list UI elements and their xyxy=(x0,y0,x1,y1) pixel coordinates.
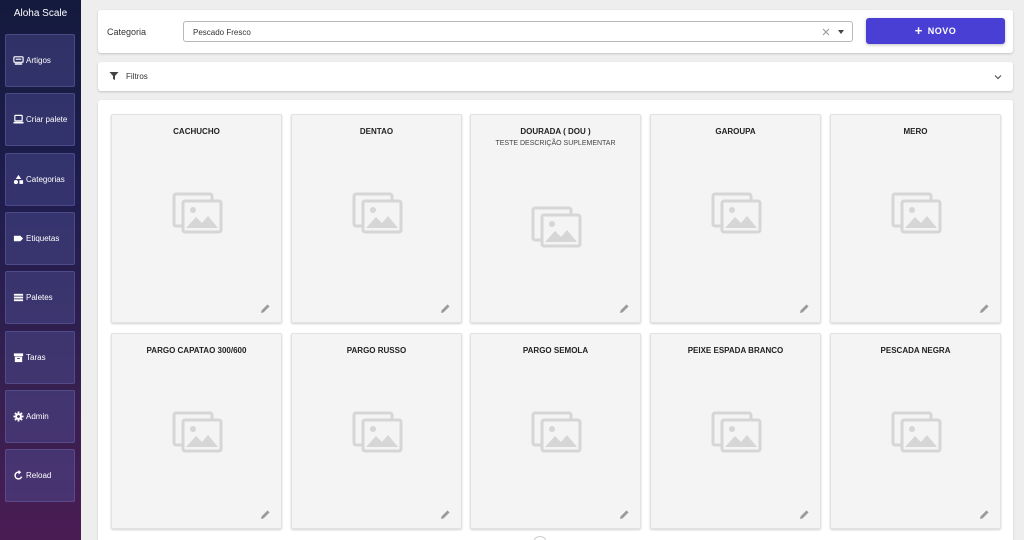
sidebar-item-label: Paletes xyxy=(26,293,53,302)
product-card[interactable]: CACHUCHO xyxy=(111,114,282,323)
pencil-icon[interactable] xyxy=(260,301,271,313)
sidebar-item-label: Admin xyxy=(26,412,49,421)
pencil-icon[interactable] xyxy=(799,507,810,519)
pencil-icon[interactable] xyxy=(260,507,271,519)
sidebar-item-paletes[interactable]: Paletes xyxy=(5,271,75,324)
image-placeholder-icon xyxy=(172,189,224,235)
product-card[interactable]: DOURADA ( DOU ) TESTE DESCRIÇÃO SUPLEMENT… xyxy=(470,114,641,323)
sidebar-item-label: Categorias xyxy=(26,175,65,184)
product-name: MERO xyxy=(903,127,928,136)
sidebar-item-categorias[interactable]: Categorias xyxy=(5,153,75,206)
clear-icon[interactable] xyxy=(820,26,832,38)
image-placeholder-icon xyxy=(891,189,943,235)
image-placeholder-icon xyxy=(711,189,763,235)
product-name: PARGO RUSSO xyxy=(346,346,407,355)
chevron-down-icon[interactable] xyxy=(838,30,844,34)
sidebar-item-label: Artigos xyxy=(26,56,51,65)
app-title: Aloha Scale xyxy=(13,8,68,19)
pencil-icon[interactable] xyxy=(619,507,630,519)
pencil-icon[interactable] xyxy=(440,507,451,519)
sidebar-item-criar-palete[interactable]: Criar palete xyxy=(5,93,75,146)
sidebar-item-label: Taras xyxy=(26,353,46,362)
sidebar-item-label: Criar palete xyxy=(26,115,68,124)
product-card[interactable]: PEIXE ESPADA BRANCO xyxy=(650,333,821,529)
product-card[interactable]: PARGO RUSSO xyxy=(291,333,462,529)
image-placeholder-icon xyxy=(891,408,943,454)
scale-icon xyxy=(12,55,24,67)
product-name: DOURADA ( DOU ) xyxy=(520,127,591,136)
filters-panel[interactable]: Filtros xyxy=(98,62,1013,91)
product-name: DENTAO xyxy=(359,127,394,136)
product-card[interactable]: PARGO CAPATAO 300/600 xyxy=(111,333,282,529)
tag-icon xyxy=(12,233,24,245)
new-button-label: NOVO xyxy=(927,26,957,36)
pencil-icon[interactable] xyxy=(619,301,630,313)
pencil-icon[interactable] xyxy=(979,507,990,519)
product-card[interactable]: DENTAO xyxy=(291,114,462,323)
product-name: PARGO CAPATAO 300/600 xyxy=(146,346,247,355)
chevron-down-icon[interactable] xyxy=(993,72,1003,82)
product-name: PESCADA NEGRA xyxy=(880,346,951,355)
image-placeholder-icon xyxy=(352,408,404,454)
product-description: TESTE DESCRIÇÃO SUPLEMENTAR xyxy=(495,140,616,147)
category-select[interactable]: Pescado Fresco xyxy=(183,21,853,42)
category-selected-value: Pescado Fresco xyxy=(193,28,251,37)
new-button[interactable]: + NOVO xyxy=(866,18,1005,44)
computer-icon xyxy=(12,114,24,126)
product-card[interactable]: PARGO SEMOLA xyxy=(470,333,641,529)
product-card[interactable]: PESCADA NEGRA xyxy=(830,333,1001,529)
archive-icon xyxy=(12,352,24,364)
reload-icon xyxy=(12,470,24,482)
sidebar-item-etiquetas[interactable]: Etiquetas xyxy=(5,212,75,265)
sidebar-item-label: Reload xyxy=(26,471,52,480)
image-placeholder-icon xyxy=(531,203,583,249)
product-card[interactable]: MERO xyxy=(830,114,1001,323)
category-bar: Categoria Pescado Fresco + NOVO xyxy=(98,10,1013,53)
sidebar: Aloha Scale Artigos Criar palete Categor… xyxy=(0,0,81,540)
category-label: Categoria xyxy=(107,27,147,37)
sidebar-item-artigos[interactable]: Artigos xyxy=(5,34,75,87)
gear-icon xyxy=(12,411,24,423)
list-icon xyxy=(12,292,24,304)
shapes-icon xyxy=(12,174,24,186)
image-placeholder-icon xyxy=(711,408,763,454)
image-placeholder-icon xyxy=(172,408,224,454)
sidebar-item-label: Etiquetas xyxy=(26,234,60,243)
image-placeholder-icon xyxy=(531,408,583,454)
pencil-icon[interactable] xyxy=(799,301,810,313)
pencil-icon[interactable] xyxy=(440,301,451,313)
product-card[interactable]: GAROUPA xyxy=(650,114,821,323)
image-placeholder-icon xyxy=(352,189,404,235)
pencil-icon[interactable] xyxy=(979,301,990,313)
product-name: CACHUCHO xyxy=(173,127,220,136)
plus-icon: + xyxy=(914,23,923,38)
sidebar-item-taras[interactable]: Taras xyxy=(5,331,75,384)
product-name: PEIXE ESPADA BRANCO xyxy=(687,346,784,355)
product-name: GAROUPA xyxy=(715,127,756,136)
filters-label: Filtros xyxy=(126,72,148,81)
sidebar-item-reload[interactable]: Reload xyxy=(5,449,75,502)
product-name: PARGO SEMOLA xyxy=(522,346,589,355)
sidebar-item-admin[interactable]: Admin xyxy=(5,390,75,443)
filter-icon xyxy=(109,72,119,80)
